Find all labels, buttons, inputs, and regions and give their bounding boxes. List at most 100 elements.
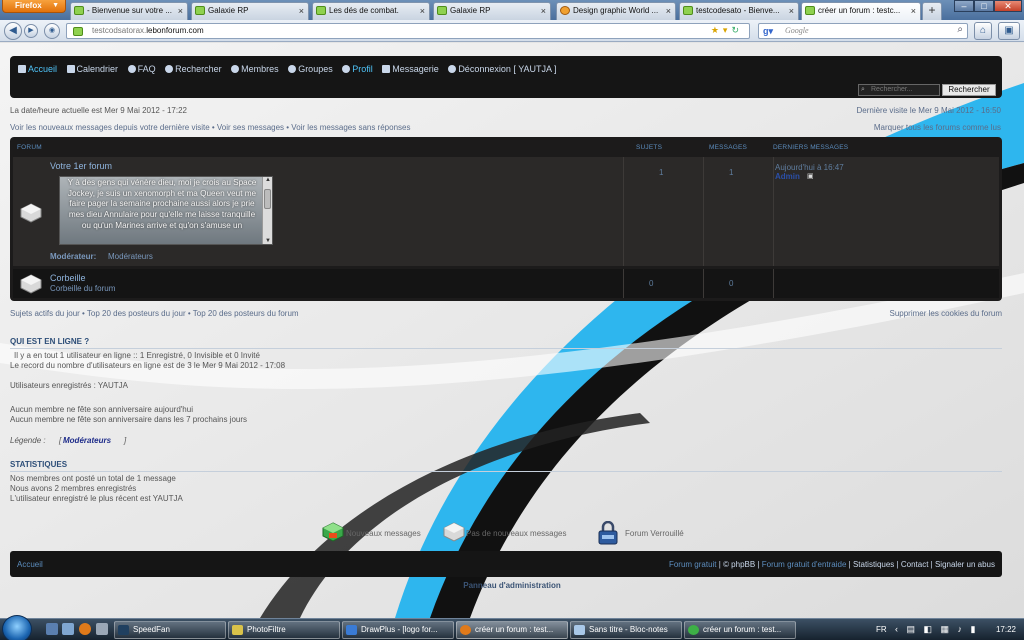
taskbar-item-active[interactable]: créer un forum : test... — [456, 621, 568, 639]
taskbar-item[interactable]: créer un forum : test... — [684, 621, 796, 639]
close-icon[interactable]: × — [420, 3, 425, 19]
scroll-down-icon[interactable]: ▼ — [263, 238, 272, 244]
active-topics-links[interactable]: Sujets actifs du jour • Top 20 des poste… — [10, 309, 299, 318]
firefox-menu-button[interactable]: Firefox ▼ — [2, 0, 66, 13]
legend-none-label: Pas de nouveaux messages — [466, 529, 567, 538]
nav-faq-link[interactable]: FAQ — [127, 64, 156, 74]
user-icon — [231, 65, 240, 73]
browser-tab-active[interactable]: créer un forum : testc... × — [801, 2, 921, 20]
url-text[interactable]: testcodsatorax.lebonforum.com — [92, 26, 204, 35]
back-arrow-icon[interactable]: ◀ — [4, 22, 22, 40]
mark-all-read-link[interactable]: Marquer tous les forums comme lus — [874, 123, 1001, 132]
window-close-button[interactable]: ✕ — [994, 0, 1022, 12]
nav-search-link[interactable]: Rechercher — [165, 64, 222, 74]
browser-tab[interactable]: Design graphic World ... × — [556, 2, 676, 20]
bookmark-star-icon[interactable]: ★▾↻ — [711, 25, 743, 36]
taskbar-item[interactable]: PhotoFiltre — [228, 621, 340, 639]
footer-phpbb-link[interactable]: © phpBB — [723, 560, 755, 569]
last-post-date: Aujourd'hui à 16:47 — [775, 163, 844, 172]
forum-title-link[interactable]: Corbeille — [50, 273, 86, 283]
footer-report-link[interactable]: Signaler un abus — [935, 560, 995, 569]
address-bar[interactable]: testcodsatorax.lebonforum.com ★▾↻ — [66, 23, 750, 39]
browser-tab[interactable]: - Bienvenue sur votre ... × — [70, 2, 188, 20]
taskbar-item[interactable]: DrawPlus - [logo for... — [342, 621, 454, 639]
search-engine-box[interactable]: g▾ Google ⌕ — [758, 23, 968, 39]
home-icon[interactable]: ⌂ — [974, 22, 992, 40]
explorer-icon[interactable] — [62, 623, 74, 635]
google-icon[interactable]: g▾ — [763, 26, 773, 37]
legend-no-new-messages: Pas de nouveaux messages — [443, 521, 567, 545]
forum-read-icon — [443, 522, 465, 542]
tab-title: - Bienvenue sur votre ... — [87, 6, 172, 15]
delete-cookies-link[interactable]: Supprimer les cookies du forum — [890, 309, 1003, 318]
start-orb-icon[interactable] — [2, 615, 32, 640]
forum-menu: Accueil Calendrier FAQ Rechercher Membre… — [18, 64, 564, 74]
nav-groups-link[interactable]: Groupes — [288, 64, 333, 74]
column-divider — [623, 269, 624, 298]
chat-bubble-icon — [683, 6, 693, 15]
tray-icons[interactable]: ‹ ▤ ◧ ▦ ♪ ▮ — [895, 624, 978, 635]
legend-new-messages: Nouveaux messages — [322, 521, 421, 545]
system-tray: FR ‹ ▤ ◧ ▦ ♪ ▮ 17:22 — [873, 619, 1024, 640]
forum-description-box[interactable]: Y à des gens qui vénère dieu, moi je cro… — [59, 176, 273, 245]
moderator-link[interactable]: Modérateurs — [108, 252, 153, 261]
nav-logout-link[interactable]: Déconnexion [ YAUTJA ] — [448, 64, 557, 74]
forum-search-input[interactable]: ⌕ Rechercher... — [858, 84, 940, 96]
firefox-icon[interactable] — [79, 623, 91, 635]
view-latest-post-icon[interactable]: ▣ — [807, 172, 814, 180]
admin-panel-link[interactable]: Panneau d'administration — [0, 581, 1024, 590]
forum-table: FORUM SUJETS MESSAGES DERNIERS MESSAGES … — [10, 137, 1002, 301]
close-icon[interactable]: × — [178, 3, 183, 19]
language-indicator[interactable]: FR — [876, 625, 887, 634]
column-divider — [703, 157, 704, 266]
taskbar-item[interactable]: Sans titre - Bloc-notes — [570, 621, 682, 639]
nav-messaging-link[interactable]: Messagerie — [382, 64, 439, 74]
scroll-up-icon[interactable]: ▲ — [263, 177, 272, 183]
forum-top-nav: Accueil Calendrier FAQ Rechercher Membre… — [10, 56, 1002, 98]
forward-arrow-icon[interactable]: ▶ — [24, 24, 38, 38]
toolbar-menu-icon[interactable]: ▣ — [998, 22, 1020, 40]
tab-title: créer un forum : testc... — [818, 6, 901, 15]
browser-tab[interactable]: Galaxie RP × — [191, 2, 309, 20]
browser-tab[interactable]: Galaxie RP × — [433, 2, 551, 20]
forum-search-button[interactable]: Rechercher — [942, 84, 996, 96]
column-header-messages: MESSAGES — [709, 144, 748, 151]
footer-contact-link[interactable]: Contact — [901, 560, 929, 569]
description-scrollbar[interactable]: ▲ ▼ — [262, 177, 272, 244]
close-icon[interactable]: × — [299, 3, 304, 19]
legend-moderators-link[interactable]: Modérateurs — [63, 436, 111, 445]
minimize-button[interactable]: – — [954, 0, 974, 12]
new-tab-button[interactable]: + — [922, 2, 942, 20]
birthday-week: Aucun membre ne fête son anniversaire da… — [10, 415, 248, 424]
nav-calendar-link[interactable]: Calendrier — [66, 64, 118, 74]
browser-tab[interactable]: Les dés de combat. × — [312, 2, 430, 20]
new-messages-links[interactable]: Voir les nouveaux messages depuis votre … — [10, 123, 410, 132]
taskbar-item[interactable]: SpeedFan — [114, 621, 226, 639]
forum-topic-count: 0 — [649, 279, 654, 288]
close-icon[interactable]: × — [666, 3, 671, 19]
forum-title-link[interactable]: Votre 1er forum — [50, 161, 112, 171]
nav-home-link[interactable]: Accueil — [18, 64, 57, 74]
close-icon[interactable]: × — [911, 3, 916, 19]
clock[interactable]: 17:22 — [996, 625, 1016, 634]
footer-home-link[interactable]: Accueil — [17, 560, 43, 569]
identity-icon[interactable]: ◉ — [44, 23, 60, 39]
show-desktop-icon[interactable] — [46, 623, 58, 635]
close-icon[interactable]: × — [789, 3, 794, 19]
search-icon[interactable]: ⌕ — [957, 24, 963, 35]
nav-members-link[interactable]: Membres — [231, 64, 279, 74]
nav-profile-link[interactable]: Profil — [342, 64, 373, 74]
footer-stats-link[interactable]: Statistiques — [853, 560, 894, 569]
footer-free-forum-link[interactable]: Forum gratuit — [669, 560, 717, 569]
close-icon[interactable]: × — [541, 3, 546, 19]
scroll-thumb[interactable] — [264, 189, 271, 209]
footer-help-forum-link[interactable]: Forum gratuit d'entraide — [762, 560, 847, 569]
browser-tab[interactable]: testcodesato - Bienve... × — [679, 2, 799, 20]
url-domain: lebonforum.com — [146, 26, 204, 35]
maximize-button[interactable]: □ — [974, 0, 994, 12]
quicklaunch-icon[interactable] — [96, 623, 108, 635]
forum-footer: Accueil Forum gratuit | © phpBB | Forum … — [10, 551, 1002, 577]
last-post-author-link[interactable]: Admin — [775, 172, 800, 181]
reload-icon[interactable]: ↻ — [731, 25, 743, 35]
chat-bubble-icon — [195, 6, 205, 15]
